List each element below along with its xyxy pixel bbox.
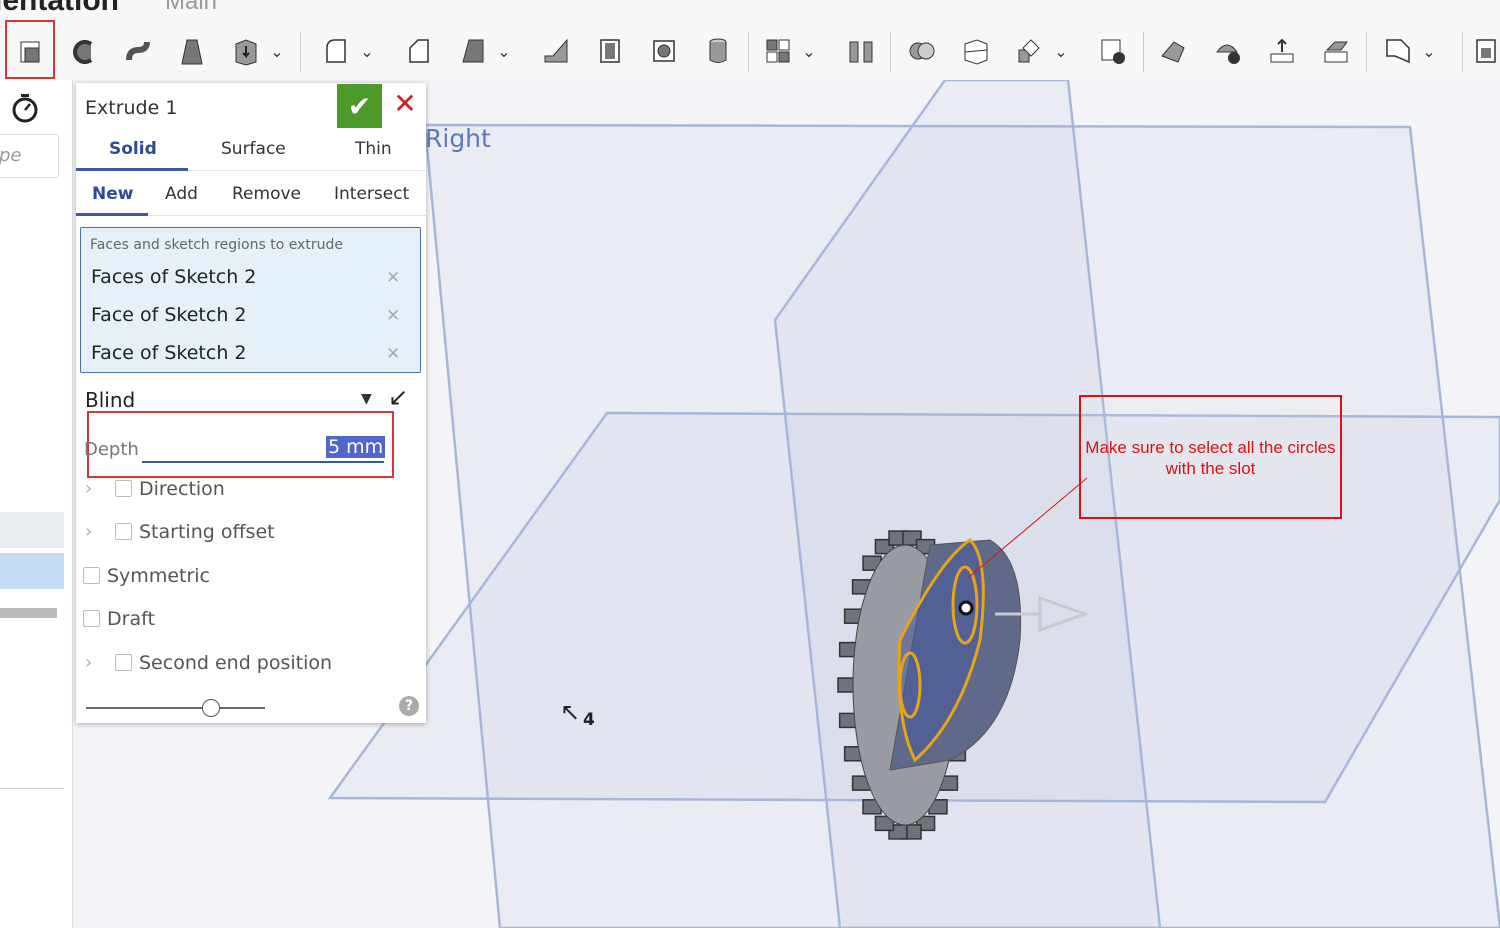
selection-label: Faces and sketch regions to extrude [90,237,344,253]
plane-icon[interactable] [1381,34,1415,68]
thread-icon[interactable] [701,34,735,68]
rib-icon[interactable] [539,34,573,68]
remove-selection-icon[interactable]: ✕ [386,344,400,364]
boolean-icon[interactable] [905,34,939,68]
direction-checkbox[interactable] [115,480,132,497]
second-end-label: Second end position [139,652,333,674]
plane-label-right[interactable]: Right [425,124,491,153]
check-icon: ✔ [347,89,372,123]
toolbar-divider [1366,32,1367,72]
shell-icon[interactable] [593,34,627,68]
chevron-down-icon[interactable]: ⌄ [268,42,286,61]
selection-item[interactable]: Face of Sketch 2 [91,342,247,364]
chevron-down-icon[interactable]: ⌄ [1052,42,1070,61]
extrude-tool-highlight [5,20,55,79]
workspace-name[interactable]: Main [165,0,217,16]
mate-connector-icon[interactable] [1469,34,1500,68]
annotation-callout: Make sure to select all the circles with… [1079,395,1342,519]
delete-part-icon[interactable] [1096,34,1130,68]
chevron-right-icon[interactable]: › [85,478,92,499]
toolbar-divider [300,32,301,72]
replace-face-icon[interactable] [1319,34,1353,68]
tab-remove[interactable]: Remove [232,184,301,204]
cancel-button[interactable]: ✕ [388,87,422,123]
pattern-icon[interactable] [761,34,795,68]
divider [0,788,64,789]
dialog-title: Extrude 1 [85,97,178,119]
tab-surface[interactable]: Surface [221,139,286,159]
flip-direction-icon[interactable]: ↙ [388,383,408,411]
document-header: ientation Main [0,0,1500,22]
rollback-bar[interactable] [0,608,57,618]
tab-add[interactable]: Add [165,184,198,204]
chevron-down-icon[interactable]: ⌄ [1420,42,1438,61]
feature-toolbar: ⌄ ⌄ ⌄ ⌄ ⌄ ⌄ [0,22,1500,80]
mouse-cursor-icon: ↖ [560,698,581,726]
chevron-down-icon[interactable]: ⌄ [495,42,513,61]
operation-tabs: New Add Remove Intersect [76,174,426,216]
starting-offset-label: Starting offset [139,521,275,543]
fillet-icon[interactable] [319,34,353,68]
list-item-selected[interactable] [0,553,64,589]
chevron-right-icon[interactable]: › [85,652,92,673]
direction-label: Direction [139,478,225,500]
symmetric-checkbox[interactable] [83,567,100,584]
mirror-icon[interactable] [844,34,878,68]
detail-slider[interactable] [86,707,265,709]
sweep-icon[interactable] [121,34,155,68]
hole-icon[interactable] [647,34,681,68]
list-item[interactable] [0,512,64,548]
depth-value[interactable]: 5 mm [326,436,386,458]
feature-list-sidebar: pe [0,80,73,928]
remove-selection-icon[interactable]: ✕ [386,268,400,288]
loft-icon[interactable] [175,34,209,68]
slider-handle[interactable] [202,699,220,717]
confirm-button[interactable]: ✔ [337,84,382,128]
transform-icon[interactable] [1013,34,1047,68]
tab-intersect[interactable]: Intersect [334,184,409,204]
split-icon[interactable] [959,34,993,68]
document-title[interactable]: ientation [0,0,119,18]
depth-input[interactable] [142,461,384,463]
draft-checkbox[interactable] [83,610,100,627]
draft-icon[interactable] [456,34,490,68]
help-icon[interactable]: ? [399,696,419,716]
toolbar-divider [1143,32,1144,72]
toolbar-divider [890,32,891,72]
delete-face-icon[interactable] [1211,34,1245,68]
starting-offset-checkbox[interactable] [115,523,132,540]
move-face-icon[interactable] [1265,34,1299,68]
selection-list[interactable]: Faces and sketch regions to extrude Face… [80,227,421,373]
revolve-icon[interactable] [67,34,101,68]
extrude-dialog: Extrude 1 ✔ ✕ Solid Surface Thin New Add… [76,83,426,723]
origin-point [958,600,974,616]
annotation-text: Make sure to select all the circles with… [1085,438,1336,478]
chevron-down-icon[interactable]: ⌄ [800,42,818,61]
tab-thin[interactable]: Thin [355,139,392,159]
thicken-icon[interactable] [229,34,263,68]
chamfer-icon[interactable] [402,34,436,68]
filter-input[interactable]: pe [0,134,59,178]
selection-item[interactable]: Faces of Sketch 2 [91,266,256,288]
end-type-select[interactable]: Blind [85,388,135,412]
type-tabs: Solid Surface Thin [76,129,426,171]
caret-down-icon[interactable]: ▼ [361,391,372,407]
second-end-checkbox[interactable] [115,654,132,671]
tab-solid[interactable]: Solid [109,139,157,159]
chevron-down-icon[interactable]: ⌄ [358,42,376,61]
selection-item[interactable]: Face of Sketch 2 [91,304,247,326]
symmetric-label: Symmetric [107,565,210,587]
stopwatch-icon[interactable] [10,92,40,124]
tab-new[interactable]: New [92,184,133,204]
toolbar-divider [748,32,749,72]
toolbar-divider [1462,32,1463,72]
cursor-badge: 4 [583,710,595,730]
draft-label: Draft [107,608,155,630]
remove-selection-icon[interactable]: ✕ [386,306,400,326]
depth-label: Depth [84,439,139,460]
close-icon: ✕ [393,87,417,120]
chevron-right-icon[interactable]: › [85,521,92,542]
modify-fillet-icon[interactable] [1156,34,1190,68]
